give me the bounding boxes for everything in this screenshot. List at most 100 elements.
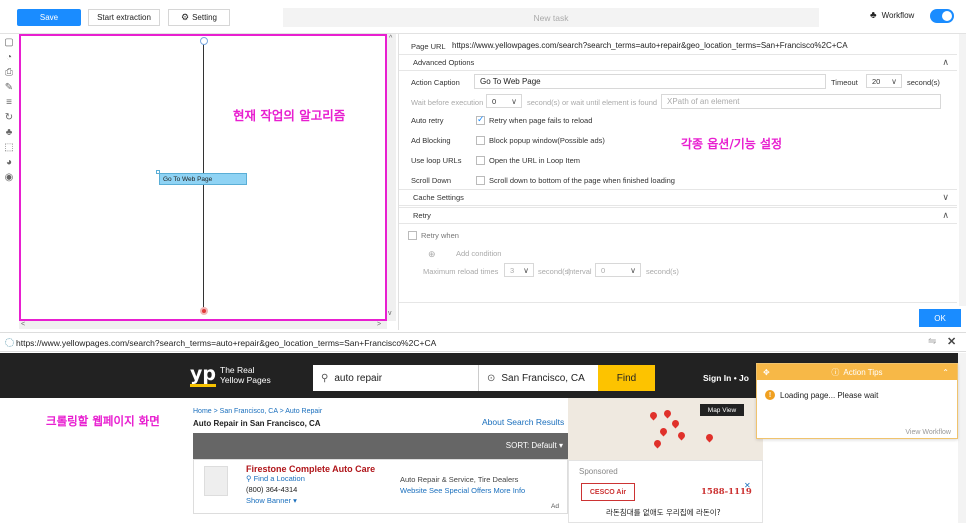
add-condition-link[interactable]: Add condition: [456, 249, 501, 258]
ad-blocking-label: Ad Blocking: [411, 136, 451, 145]
loop-icon[interactable]: ↻: [3, 112, 15, 124]
save-button[interactable]: Save: [17, 9, 81, 26]
browser-url-bar[interactable]: https://www.yellowpages.com/search?searc…: [0, 332, 966, 352]
move-icon[interactable]: ✥: [763, 368, 770, 377]
task-title[interactable]: New task: [283, 8, 819, 27]
action-caption-input[interactable]: Go To Web Page: [474, 74, 826, 89]
ok-button[interactable]: OK: [919, 309, 961, 327]
scroll-up-icon[interactable]: ^: [389, 35, 392, 42]
loop-urls-text: Open the URL in Loop Item: [489, 156, 581, 165]
cache-settings-header[interactable]: Cache Settings ∨: [399, 189, 957, 206]
map-pin-icon[interactable]: [704, 432, 715, 443]
ad-close-icon[interactable]: ✕: [744, 481, 751, 490]
options-panel: Page URL https://www.yellowpages.com/sea…: [398, 34, 966, 330]
chevron-up-icon: ∧: [942, 210, 949, 220]
webpage-scrollbar[interactable]: [958, 353, 966, 523]
panel-scrollbar[interactable]: [959, 34, 966, 306]
page-url-value[interactable]: https://www.yellowpages.com/search?searc…: [452, 41, 848, 50]
view-workflow-link[interactable]: View Workflow: [905, 429, 951, 436]
setting-button[interactable]: ⚙ Setting: [168, 9, 230, 26]
sort-dropdown[interactable]: SORT: Default ▾: [506, 441, 563, 450]
map-pin-icon[interactable]: [676, 430, 687, 441]
end-icon[interactable]: ◉: [3, 172, 15, 184]
top-toolbar: Save Start extraction ⚙ Setting New task…: [0, 0, 966, 34]
click-icon[interactable]: ◔: [3, 52, 15, 64]
page-icon[interactable]: ▢: [3, 37, 15, 49]
add-condition-icon[interactable]: ⊕: [428, 249, 436, 260]
input-icon[interactable]: ✎: [3, 82, 15, 94]
flow-end-point[interactable]: [200, 307, 208, 315]
ad-blocking-checkbox[interactable]: [476, 136, 485, 145]
flow-start-point[interactable]: [200, 37, 208, 45]
listing-name[interactable]: Firestone Complete Auto Care: [246, 464, 375, 474]
scroll-left-icon[interactable]: <: [21, 321, 25, 328]
interval-select[interactable]: 0 ∨: [595, 263, 641, 277]
map-pin-icon[interactable]: [652, 438, 663, 449]
scroll-down-icon[interactable]: v: [388, 310, 392, 317]
retry-header[interactable]: Retry ∧: [399, 207, 957, 224]
canvas-horizontal-scrollbar[interactable]: < >: [19, 321, 387, 329]
yp-tagline-line1: The Real: [220, 365, 255, 375]
sponsored-ad[interactable]: Sponsored CESCO Air 1588-1119 ✕ 라돈침대를 없애…: [568, 460, 763, 523]
hover-icon[interactable]: ◕: [3, 157, 15, 169]
chevron-down-icon: ∨: [630, 265, 636, 275]
browser-url[interactable]: https://www.yellowpages.com/search?searc…: [16, 338, 436, 348]
listing-map-icon[interactable]: [204, 466, 228, 496]
warning-icon: !: [765, 390, 775, 400]
about-search-results-link[interactable]: About Search Results: [482, 417, 564, 427]
map-pin-icon[interactable]: [662, 408, 673, 419]
chevron-down-icon: ∨: [523, 265, 529, 275]
map-pin-icon[interactable]: [648, 410, 659, 421]
wait-select[interactable]: 0 ∨: [486, 94, 522, 108]
xpath-input[interactable]: XPath of an element: [661, 94, 941, 109]
yp-find-button[interactable]: Find: [598, 365, 655, 391]
pin-icon: ⚲: [246, 474, 254, 483]
cursor-icon[interactable]: ⬚: [3, 142, 15, 154]
map-pin-icon[interactable]: [658, 426, 669, 437]
workflow-canvas[interactable]: Go To Web Page 현재 작업의 알고리즘: [19, 34, 387, 321]
loop-urls-checkbox[interactable]: [476, 156, 485, 165]
timeout-select[interactable]: 20 ∨: [866, 74, 902, 88]
breadcrumb[interactable]: Home > San Francisco, CA > Auto Repair: [193, 408, 322, 415]
page-url-label: Page URL: [411, 42, 446, 51]
workflow-toggle[interactable]: [930, 9, 954, 23]
yp-search-input[interactable]: ⚲ auto repair: [313, 365, 478, 391]
map-view-button[interactable]: Map View: [700, 404, 744, 416]
yp-logo[interactable]: yp The Real Yellow Pages: [190, 365, 271, 387]
yp-location-input[interactable]: ⊙ San Francisco, CA: [478, 365, 598, 391]
chevron-down-icon: ∨: [511, 96, 517, 106]
workflow-icon: ♣: [870, 10, 877, 21]
extract-icon[interactable]: ⎙: [3, 67, 15, 79]
close-icon[interactable]: ✕: [947, 335, 956, 348]
branch-icon[interactable]: ♣: [3, 127, 15, 139]
list-item[interactable]: Firestone Complete Auto Care ⚲ Find a Lo…: [193, 459, 568, 514]
action-tips-popup: ✥ ⓘ Action Tips ⌃ ! Loading page... Plea…: [756, 363, 958, 439]
go-to-web-page-node[interactable]: Go To Web Page: [159, 173, 247, 185]
retry-when-checkbox[interactable]: [408, 231, 417, 240]
show-banner-link[interactable]: Show Banner ▾: [246, 496, 297, 505]
find-location-link[interactable]: ⚲ Find a Location: [246, 474, 305, 483]
canvas-vertical-scrollbar[interactable]: ^ v: [387, 34, 396, 321]
collapse-icon[interactable]: ⌃: [942, 368, 949, 377]
listing-links[interactable]: Website See Special Offers More Info: [400, 486, 525, 495]
map-pin-icon[interactable]: [670, 418, 681, 429]
advanced-options-header[interactable]: Advanced Options ∧: [399, 54, 957, 71]
timeout-unit: second(s): [907, 78, 940, 87]
action-tips-header[interactable]: ✥ ⓘ Action Tips ⌃: [757, 364, 957, 380]
max-reload-select[interactable]: 3 ∨: [504, 263, 534, 277]
listing-phone: (800) 364-4314: [246, 485, 298, 494]
scroll-right-icon[interactable]: >: [377, 321, 381, 328]
timeout-label: Timeout: [831, 78, 858, 87]
advanced-options-label: Advanced Options: [413, 58, 475, 67]
scroll-down-checkbox[interactable]: [476, 176, 485, 185]
webpage-annotation: 크롤링할 웹페이지 화면: [46, 414, 160, 428]
loop-list-icon[interactable]: ≡: [3, 97, 15, 109]
results-map[interactable]: Map View: [568, 398, 763, 460]
wait-value: 0: [492, 96, 497, 106]
page-title: Auto Repair in San Francisco, CA: [193, 419, 321, 428]
auto-retry-checkbox[interactable]: [476, 114, 485, 125]
start-extraction-button[interactable]: Start extraction: [88, 9, 160, 26]
swap-icon[interactable]: ⇋: [928, 336, 936, 347]
yp-signin-link[interactable]: Sign In • Jo: [703, 373, 749, 383]
action-tips-title: Action Tips: [843, 367, 883, 377]
